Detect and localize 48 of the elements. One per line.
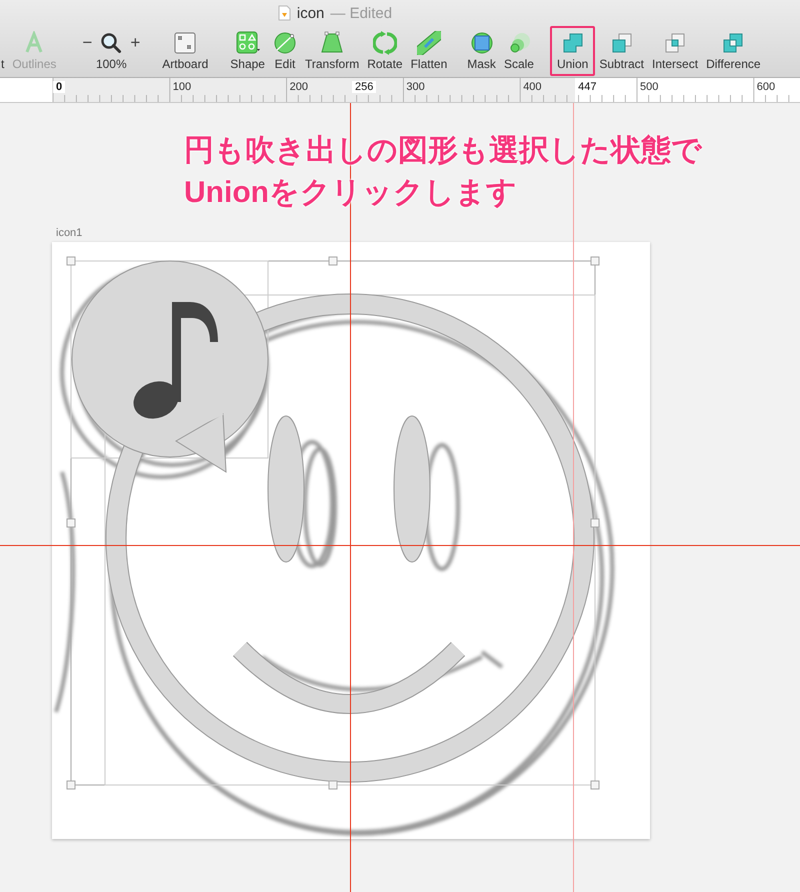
intersect-icon (663, 31, 688, 55)
scale-button[interactable]: Scale (500, 26, 538, 76)
mask-icon (470, 31, 494, 55)
resize-handle[interactable] (590, 518, 600, 528)
ruler-label: 500 (639, 81, 660, 93)
resize-handle[interactable] (66, 780, 76, 790)
union-icon (560, 31, 585, 55)
zoom-in-sign[interactable]: + (130, 33, 140, 53)
transform-icon (320, 31, 344, 55)
document-status: — Edited (330, 4, 392, 22)
difference-button[interactable]: Difference (702, 26, 765, 76)
difference-icon (721, 31, 746, 55)
union-button[interactable]: Union (550, 26, 596, 76)
resize-handle[interactable] (66, 256, 76, 266)
edit-button[interactable]: Edit (268, 26, 301, 76)
ruler-label: 200 (288, 81, 309, 93)
window-title: icon (296, 4, 324, 22)
ruler-guide-label: 256 (352, 81, 376, 93)
resize-handle[interactable] (590, 256, 600, 266)
magnifier-icon (100, 32, 122, 54)
artboard-icon (173, 31, 198, 55)
resize-handle[interactable] (328, 780, 338, 790)
subtract-icon (610, 31, 634, 55)
zoom-button[interactable]: − + 100% (78, 26, 144, 76)
resize-handle[interactable] (328, 256, 338, 266)
document-icon (278, 5, 291, 21)
rotate-button[interactable]: Rotate (363, 26, 407, 76)
zoom-out-sign[interactable]: − (82, 33, 92, 53)
ruler-label: 100 (172, 81, 192, 93)
edit-icon (272, 31, 297, 55)
music-note-icon (134, 302, 218, 419)
mask-button[interactable]: Mask (463, 26, 500, 76)
intersect-button[interactable]: Intersect (648, 26, 702, 76)
ruler-label: 400 (522, 81, 543, 93)
artboard-button[interactable]: Artboard (158, 26, 212, 76)
artboard-name[interactable]: icon1 (56, 227, 82, 239)
ruler-label: 300 (405, 81, 426, 93)
ruler-label: 600 (756, 81, 776, 93)
rotate-icon (372, 31, 397, 55)
shape-button[interactable]: Shape (226, 26, 269, 76)
ruler-label: 0 (53, 81, 66, 93)
text-button[interactable]: t (0, 26, 8, 76)
flatten-button[interactable]: Flatten (406, 26, 452, 76)
shape-icon (236, 31, 260, 55)
transform-button[interactable]: Transform (300, 26, 364, 76)
resize-handle[interactable] (590, 780, 600, 790)
resize-handle[interactable] (66, 518, 76, 528)
subtract-button[interactable]: Subtract (595, 26, 648, 76)
